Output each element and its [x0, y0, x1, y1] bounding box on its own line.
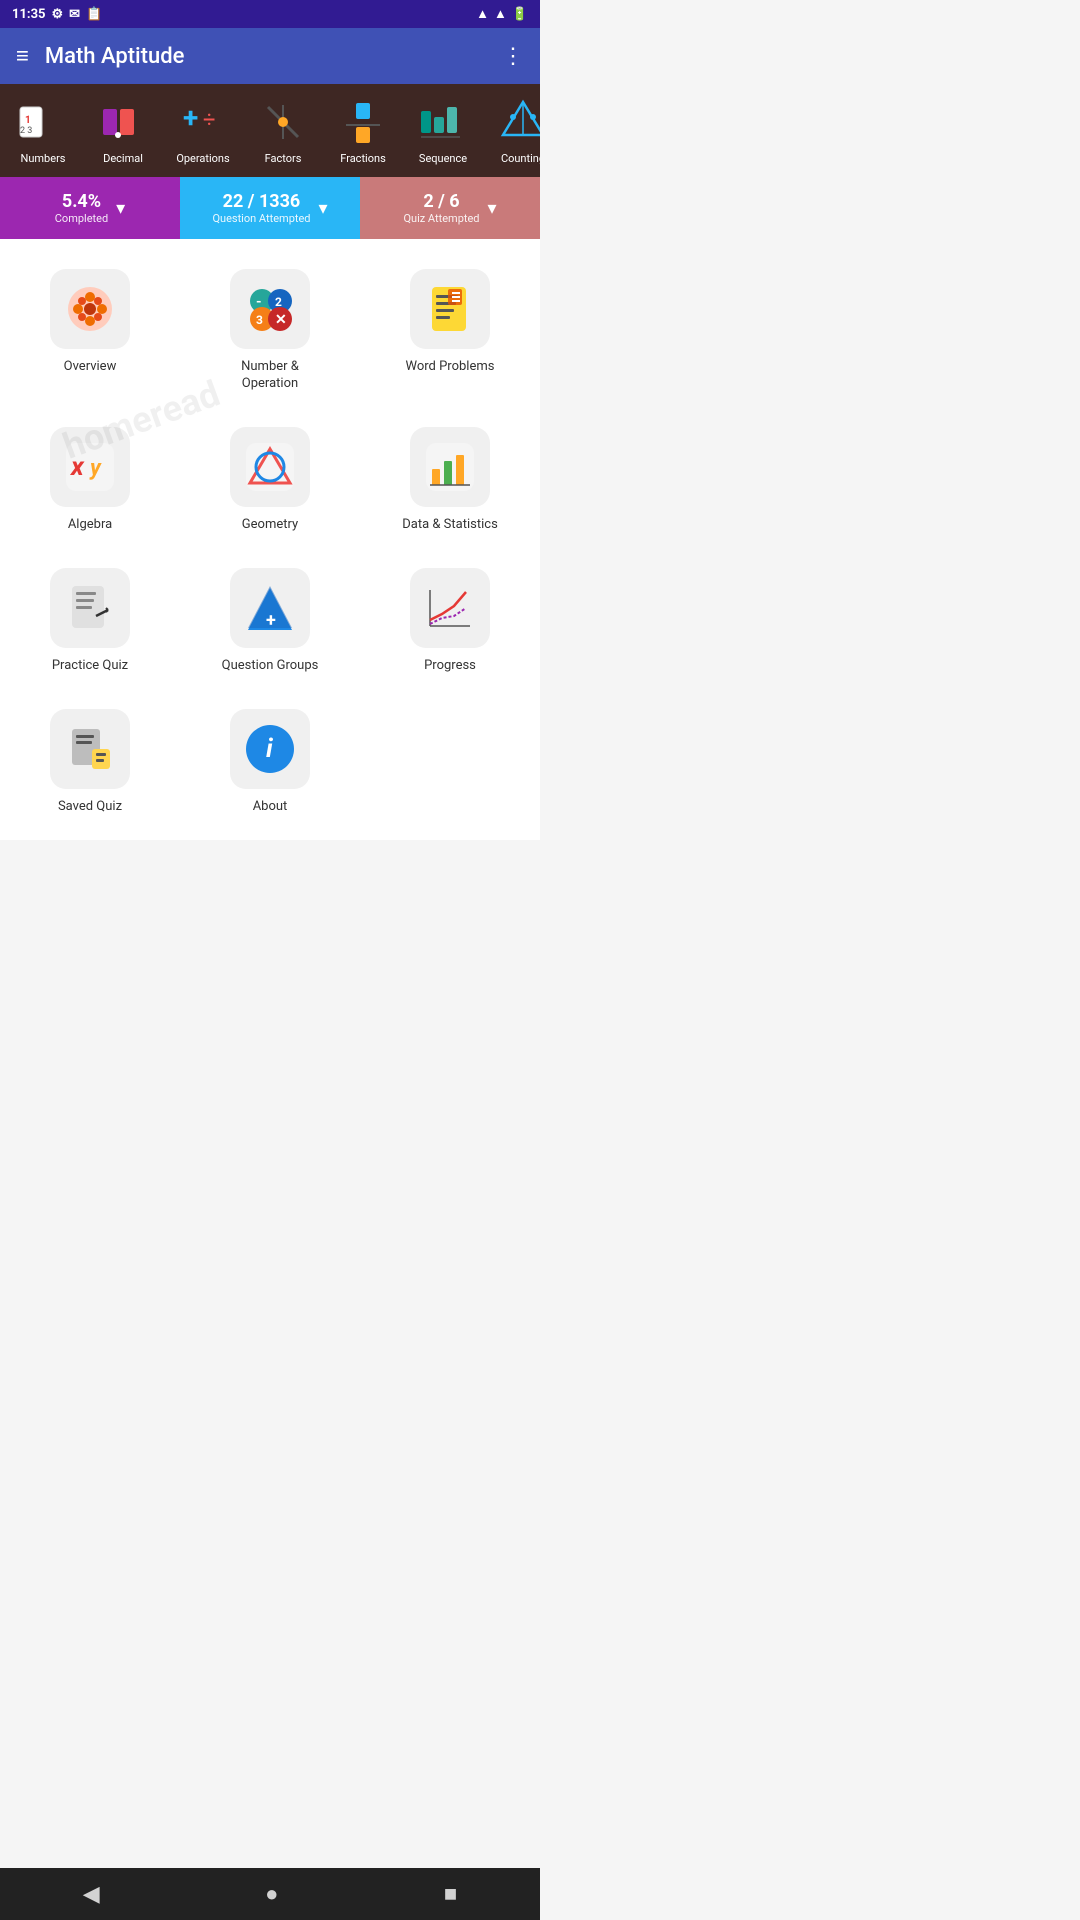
time: 11:35	[12, 7, 46, 22]
svg-text:+: +	[183, 101, 198, 134]
completed-value: 5.4%	[55, 191, 108, 212]
category-operations-label: Operations	[176, 152, 229, 165]
svg-text:y: y	[89, 456, 102, 481]
clipboard-icon: 📋	[86, 7, 102, 22]
category-numbers[interactable]: 1 2 3 Numbers	[8, 96, 78, 165]
grid-label-progress: Progress	[424, 658, 476, 675]
svg-text:x: x	[69, 452, 85, 482]
status-bar: 11:35 ⚙ ✉ 📋 ▲ ▲ 🔋	[0, 0, 540, 28]
settings-icon: ⚙	[52, 7, 64, 22]
stat-quiz[interactable]: 2 / 6 Quiz Attempted ▾	[360, 177, 540, 239]
svg-text:✕: ✕	[275, 312, 287, 328]
grid-item-geometry[interactable]: Geometry	[180, 407, 360, 548]
category-numbers-label: Numbers	[21, 152, 66, 165]
category-fractions[interactable]: Fractions	[328, 96, 398, 165]
category-counting-label: Counting	[501, 152, 540, 165]
category-sequence-label: Sequence	[419, 152, 467, 165]
questions-arrow: ▾	[319, 198, 328, 219]
svg-text:1: 1	[25, 115, 31, 126]
stat-completed[interactable]: 5.4% Completed ▾	[0, 177, 180, 239]
svg-text:÷: ÷	[203, 108, 216, 133]
wifi-icon: ▲	[476, 6, 489, 22]
grid-label-question-groups: Question Groups	[222, 658, 319, 675]
svg-text:3: 3	[256, 313, 263, 327]
grid-label-number-operation: Number &Operation	[241, 359, 299, 393]
grid-label-saved-quiz: Saved Quiz	[58, 799, 122, 816]
menu-button[interactable]: ≡	[16, 43, 29, 69]
bottom-nav: ◀ ● ■	[0, 1868, 540, 1920]
category-factors-label: Factors	[265, 152, 302, 165]
grid-item-data-statistics[interactable]: Data & Statistics	[360, 407, 540, 548]
category-decimal-label: Decimal	[103, 152, 143, 165]
svg-text:2 3: 2 3	[20, 126, 32, 136]
category-scroll: 1 2 3 Numbers Decimal + ÷ Operations	[0, 84, 540, 177]
svg-text:2: 2	[275, 295, 282, 309]
stat-questions[interactable]: 22 / 1336 Question Attempted ▾	[180, 177, 360, 239]
grid-item-about[interactable]: i About	[180, 689, 360, 830]
main-area: homeread Overview	[0, 239, 540, 839]
grid-item-number-operation[interactable]: - 2 3 ✕ Number &Operation	[180, 249, 360, 407]
category-factors[interactable]: Factors	[248, 96, 318, 165]
grid-item-practice-quiz[interactable]: Practice Quiz	[0, 548, 180, 689]
battery-icon: 🔋	[512, 7, 528, 22]
signal-icon: ▲	[494, 6, 507, 22]
grid-item-overview[interactable]: Overview	[0, 249, 180, 407]
top-bar: ≡ Math Aptitude ⋮	[0, 28, 540, 84]
back-button[interactable]: ◀	[83, 1882, 100, 1907]
grid-item-progress[interactable]: Progress	[360, 548, 540, 689]
grid-item-question-groups[interactable]: + Question Groups	[180, 548, 360, 689]
quiz-arrow: ▾	[488, 198, 497, 219]
completed-label: Completed	[55, 212, 108, 225]
questions-value: 22 / 1336	[212, 191, 310, 212]
grid-item-saved-quiz[interactable]: Saved Quiz	[0, 689, 180, 830]
main-grid: Overview - 2 3 ✕ Number &Operation	[0, 239, 540, 839]
svg-text:+: +	[266, 610, 276, 631]
completed-arrow: ▾	[116, 198, 125, 219]
page-title: Math Aptitude	[45, 44, 502, 69]
gmail-icon: ✉	[69, 7, 80, 22]
grid-label-overview: Overview	[64, 359, 117, 376]
quiz-value: 2 / 6	[403, 191, 479, 212]
more-options-button[interactable]: ⋮	[502, 44, 524, 69]
grid-label-geometry: Geometry	[242, 517, 298, 534]
grid-label-word-problems: Word Problems	[406, 359, 495, 376]
recents-button[interactable]: ■	[444, 1881, 457, 1907]
category-counting[interactable]: Counting	[488, 96, 540, 165]
grid-label-data-statistics: Data & Statistics	[402, 517, 498, 534]
grid-item-word-problems[interactable]: Word Problems	[360, 249, 540, 407]
grid-label-about: About	[253, 799, 288, 816]
stats-row: 5.4% Completed ▾ 22 / 1336 Question Atte…	[0, 177, 540, 239]
category-fractions-label: Fractions	[340, 152, 386, 165]
category-operations[interactable]: + ÷ Operations	[168, 96, 238, 165]
grid-label-practice-quiz: Practice Quiz	[52, 658, 128, 675]
grid-label-algebra: Algebra	[68, 517, 112, 534]
category-sequence[interactable]: Sequence	[408, 96, 478, 165]
questions-label: Question Attempted	[212, 212, 310, 225]
home-button[interactable]: ●	[265, 1881, 278, 1907]
quiz-label: Quiz Attempted	[403, 212, 479, 225]
grid-item-algebra[interactable]: x y Algebra	[0, 407, 180, 548]
category-decimal[interactable]: Decimal	[88, 96, 158, 165]
